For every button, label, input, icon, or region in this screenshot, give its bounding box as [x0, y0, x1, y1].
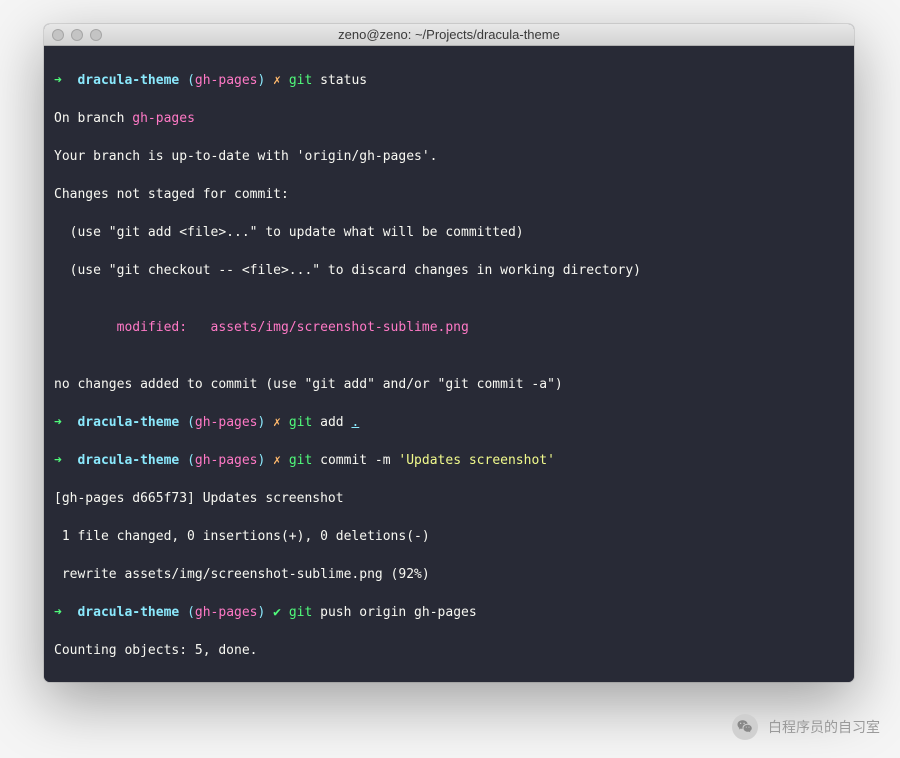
output-line: Changes not staged for commit:	[54, 185, 844, 204]
prompt-arrow-icon: ➜	[54, 73, 62, 88]
dirty-icon: ✗	[273, 73, 281, 88]
output-line: (use "git checkout -- <file>..." to disc…	[54, 261, 844, 280]
prompt-line: ➜ dracula-theme (gh-pages) ✔ git push or…	[54, 603, 844, 622]
cmd-git: git	[289, 453, 312, 468]
cmd-string: 'Updates screenshot'	[398, 453, 555, 468]
prompt-dir: dracula-theme	[77, 605, 179, 620]
branch-paren-close: )	[258, 605, 266, 620]
dirty-icon: ✗	[273, 415, 281, 430]
output-line: 1 file changed, 0 insertions(+), 0 delet…	[54, 527, 844, 546]
cmd-git: git	[289, 73, 312, 88]
traffic-lights	[52, 29, 102, 41]
window-title: zeno@zeno: ~/Projects/dracula-theme	[44, 27, 854, 42]
output-line: (use "git add <file>..." to update what …	[54, 223, 844, 242]
prompt-line: ➜ dracula-theme (gh-pages) ✗ git status	[54, 71, 844, 90]
branch-paren-open: (	[187, 73, 195, 88]
output-line: Delta compression using up to 8 threads.	[54, 679, 844, 682]
zoom-icon[interactable]	[90, 29, 102, 41]
branch-name: gh-pages	[195, 453, 258, 468]
output-line: On branch gh-pages	[54, 109, 844, 128]
prompt-arrow-icon: ➜	[54, 605, 62, 620]
window-titlebar: zeno@zeno: ~/Projects/dracula-theme	[44, 24, 854, 46]
branch-name: gh-pages	[195, 605, 258, 620]
cmd-git: git	[289, 605, 312, 620]
branch-paren-close: )	[258, 73, 266, 88]
cmd-args: commit -m	[312, 453, 398, 468]
branch-name: gh-pages	[195, 73, 258, 88]
branch-paren-open: (	[187, 415, 195, 430]
branch-paren-open: (	[187, 605, 195, 620]
prompt-dir: dracula-theme	[77, 415, 179, 430]
output-line: no changes added to commit (use "git add…	[54, 375, 844, 394]
output-text: On branch	[54, 111, 132, 126]
prompt-dir: dracula-theme	[77, 453, 179, 468]
output-line: Counting objects: 5, done.	[54, 641, 844, 660]
prompt-dir: dracula-theme	[77, 73, 179, 88]
cmd-args: status	[312, 73, 367, 88]
cmd-dot: .	[351, 415, 359, 430]
watermark-text: 白程序员的自习室	[768, 717, 880, 737]
prompt-arrow-icon: ➜	[54, 453, 62, 468]
output-line: Your branch is up-to-date with 'origin/g…	[54, 147, 844, 166]
branch-paren-close: )	[258, 453, 266, 468]
clean-icon: ✔	[273, 605, 281, 620]
dirty-icon: ✗	[273, 453, 281, 468]
watermark: 白程序员的自习室	[732, 714, 880, 740]
close-icon[interactable]	[52, 29, 64, 41]
branch-paren-close: )	[258, 415, 266, 430]
terminal-body[interactable]: ➜ dracula-theme (gh-pages) ✗ git status …	[44, 46, 854, 682]
prompt-arrow-icon: ➜	[54, 415, 62, 430]
branch-ref: gh-pages	[132, 111, 195, 126]
output-line: [gh-pages d665f73] Updates screenshot	[54, 489, 844, 508]
prompt-line: ➜ dracula-theme (gh-pages) ✗ git commit …	[54, 451, 844, 470]
modified-line: modified: assets/img/screenshot-sublime.…	[54, 318, 844, 337]
modified-label: modified:	[54, 320, 211, 335]
cmd-args: push origin gh-pages	[312, 605, 476, 620]
prompt-line: ➜ dracula-theme (gh-pages) ✗ git add .	[54, 413, 844, 432]
branch-paren-open: (	[187, 453, 195, 468]
cmd-args: add	[312, 415, 351, 430]
output-line: rewrite assets/img/screenshot-sublime.pn…	[54, 565, 844, 584]
wechat-icon	[732, 714, 758, 740]
terminal-window: zeno@zeno: ~/Projects/dracula-theme ➜ dr…	[44, 24, 854, 682]
branch-name: gh-pages	[195, 415, 258, 430]
cmd-git: git	[289, 415, 312, 430]
modified-file: assets/img/screenshot-sublime.png	[211, 320, 469, 335]
minimize-icon[interactable]	[71, 29, 83, 41]
